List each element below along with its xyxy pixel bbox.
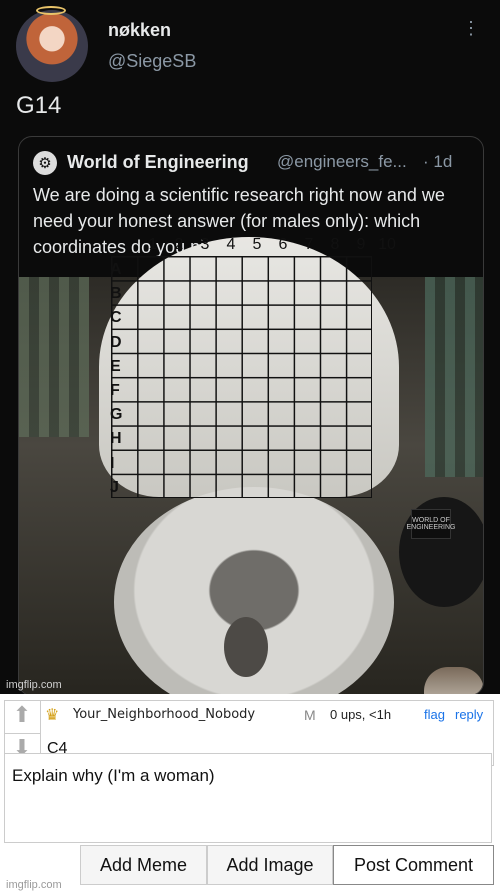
wall-tiles (425, 277, 483, 477)
grid-row-label: H (110, 430, 122, 448)
quote-account-name: World of Engineering (67, 152, 249, 172)
grid-row-label: D (110, 333, 122, 351)
comment-username[interactable]: Your_Neighborhood_Nobody (73, 707, 255, 722)
grid-row-label: E (110, 357, 121, 375)
grid-col-label: 6 (278, 236, 288, 253)
tweet-handle: @SiegeSB (108, 51, 197, 71)
toilet-drain (224, 617, 268, 677)
more-options-icon: ⋮ (462, 18, 480, 38)
meme-image: nøkken @SiegeSB ⋮ G14 ⚙ World of Enginee… (0, 0, 500, 694)
grid-col-label: 2 (174, 236, 184, 253)
avatar (16, 10, 88, 82)
bin-label: WORLD OF ENGINEERING (407, 509, 456, 539)
add-meme-button[interactable]: Add Meme (80, 845, 207, 885)
comment-meta: 0 ups, <1h (330, 707, 392, 722)
footer-watermark: imgflip.com (6, 879, 62, 891)
grid-col-label: 1 (148, 236, 158, 253)
tweet-text: G14 (16, 92, 62, 119)
post-comment-button[interactable]: Post Comment (333, 845, 494, 885)
flag-link[interactable]: flag (424, 707, 445, 722)
grid-row-label: I (110, 454, 115, 472)
reply-link[interactable]: reply (455, 707, 483, 722)
coordinate-grid (111, 256, 372, 498)
grid-col-label: 8 (330, 236, 340, 253)
quote-time: · 1d (423, 152, 453, 171)
grid-col-label: 3 (200, 236, 210, 253)
reply-textarea-value: Explain why (I'm a woman) (12, 766, 215, 785)
halo-icon (36, 6, 66, 15)
vote-divider (4, 733, 40, 734)
grid-row-label: C (110, 309, 122, 327)
grid-row-label: F (110, 381, 120, 399)
cat (424, 667, 483, 694)
grid-row-label: B (110, 285, 122, 303)
grid-row-labels: A B C D E F G H I J (110, 258, 130, 500)
grid-row-label: A (110, 261, 122, 278)
grid-col-label: 4 (226, 236, 236, 253)
tweet-display-name: nøkken (108, 20, 172, 40)
meme-watermark: imgflip.com (6, 679, 62, 691)
crown-icon: ♛ (45, 707, 60, 724)
grid-col-label: 7 (304, 236, 314, 253)
mod-badge: M (304, 707, 316, 723)
grid-col-label: 5 (252, 236, 262, 253)
grid-col-label: 9 (356, 236, 366, 253)
add-image-button[interactable]: Add Image (207, 845, 333, 885)
wall-tiles (19, 277, 89, 437)
upvote-arrow-icon[interactable]: ⬆ (12, 702, 32, 728)
grid-column-labels: 1 2 3 4 5 6 7 8 9 10 (140, 236, 400, 254)
grid-row-label: G (110, 406, 123, 424)
grid-col-label: 10 (378, 236, 396, 253)
quote-handle: @engineers_fe... (277, 152, 407, 171)
grid-row-label: J (110, 478, 119, 496)
gear-icon: ⚙ (33, 151, 57, 175)
